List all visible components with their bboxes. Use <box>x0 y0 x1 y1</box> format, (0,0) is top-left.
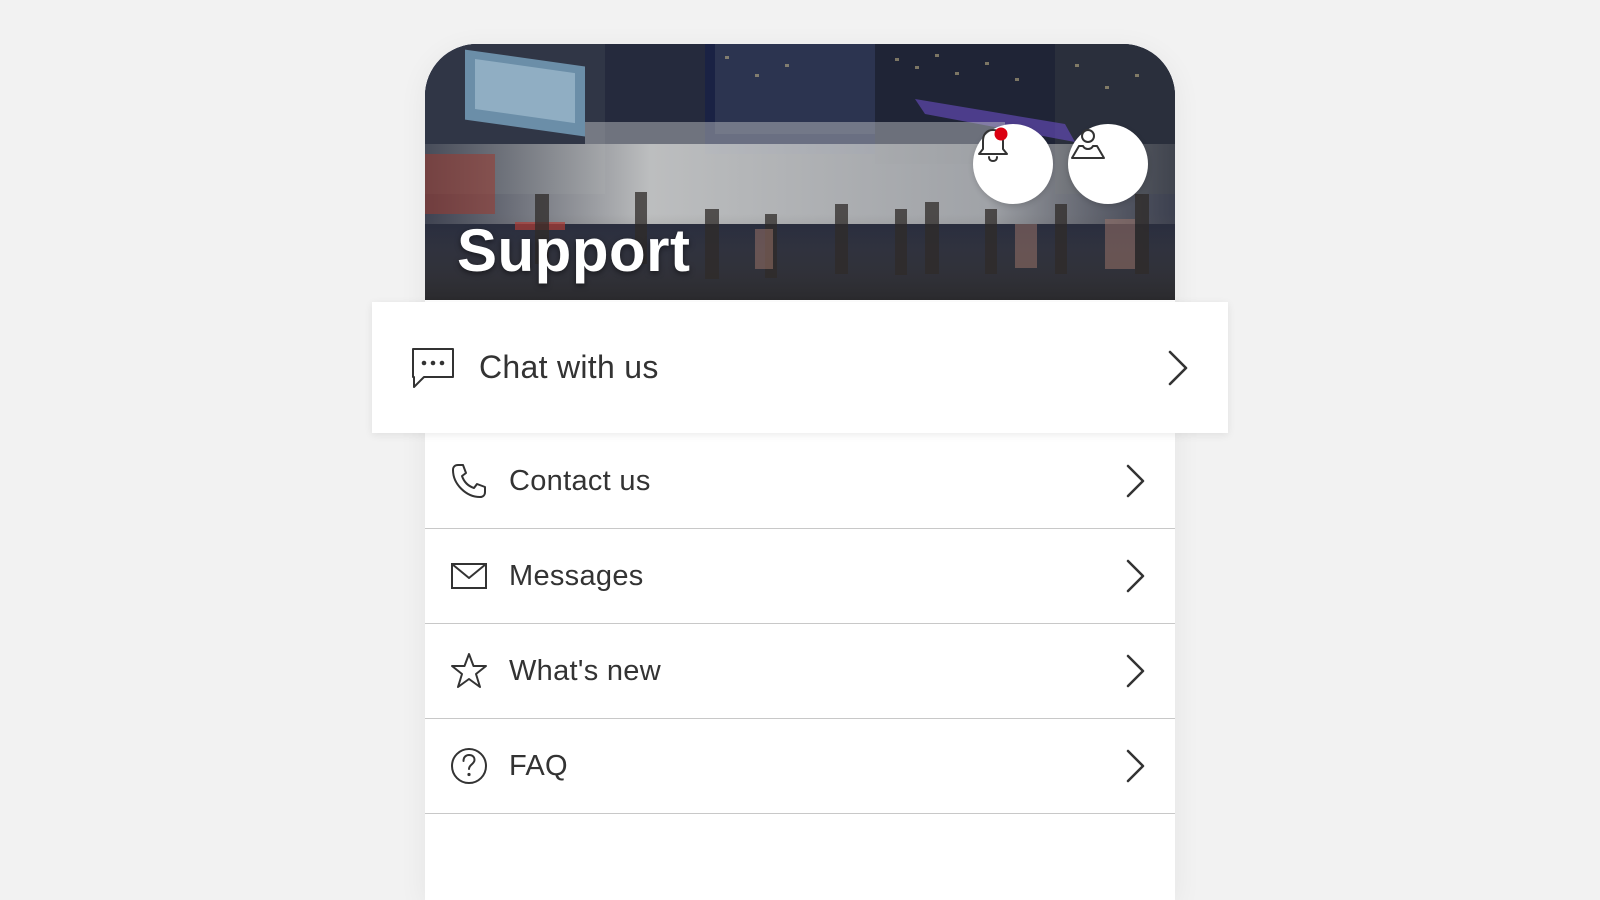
chat-with-us-button[interactable]: Chat with us <box>372 302 1228 433</box>
chevron-right-icon <box>1123 463 1147 499</box>
profile-button[interactable] <box>1068 124 1148 204</box>
menu-item-label: FAQ <box>509 749 568 782</box>
user-profile-icon <box>1071 129 1105 159</box>
app-stage: Support Contact us Messages What's new F… <box>0 0 1600 900</box>
question-circle-icon <box>449 746 489 786</box>
chevron-right-icon <box>1164 348 1190 388</box>
menu-item-label: Contact us <box>509 464 651 497</box>
header-banner: Support <box>425 44 1175 300</box>
menu-item-faq[interactable]: FAQ <box>425 719 1175 814</box>
chevron-right-icon <box>1123 653 1147 689</box>
notification-dot <box>994 127 1008 141</box>
menu-item-messages[interactable]: Messages <box>425 529 1175 624</box>
menu-item-label: What's new <box>509 654 661 687</box>
phone-icon <box>449 461 489 501</box>
support-menu-list: Contact us Messages What's new FAQ <box>425 434 1175 814</box>
menu-item-whats-new[interactable]: What's new <box>425 624 1175 719</box>
chevron-right-icon <box>1123 748 1147 784</box>
chat-with-us-label: Chat with us <box>479 349 659 385</box>
page-title: Support <box>457 217 691 284</box>
support-screen: Support Contact us Messages What's new F… <box>425 44 1175 900</box>
chevron-right-icon <box>1123 558 1147 594</box>
menu-item-label: Messages <box>509 559 644 592</box>
bell-icon <box>978 127 1008 163</box>
envelope-icon <box>449 556 489 596</box>
menu-item-contact-us[interactable]: Contact us <box>425 434 1175 529</box>
star-icon <box>449 651 489 691</box>
chat-bubble-icon <box>410 346 456 390</box>
notifications-button[interactable] <box>973 124 1053 204</box>
